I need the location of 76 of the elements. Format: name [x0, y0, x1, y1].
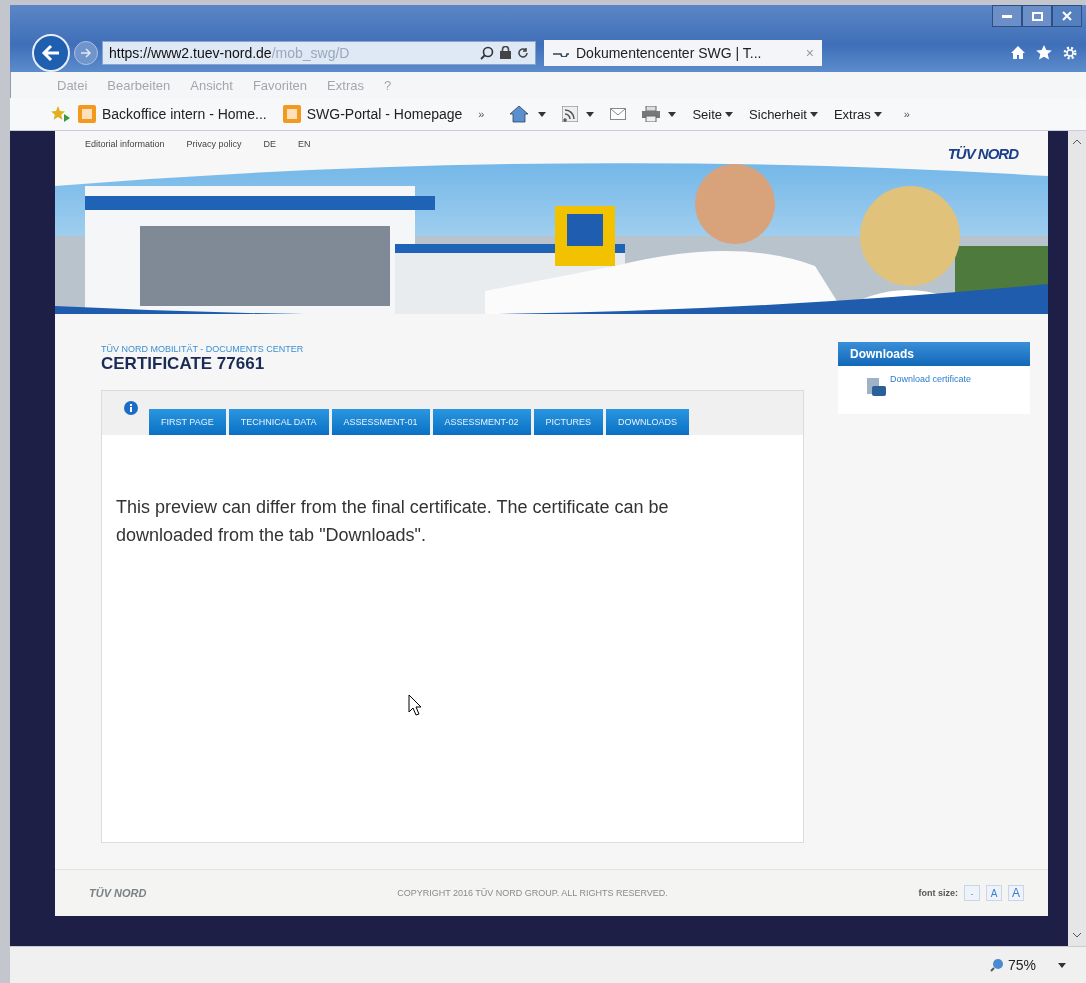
minimize-icon: [1002, 14, 1012, 18]
caret-icon: [809, 111, 818, 117]
command-menu[interactable]: Seite: [692, 106, 734, 122]
more-commands-button[interactable]: »: [903, 108, 910, 120]
back-button[interactable]: [32, 33, 70, 72]
zoom-control[interactable]: 75%: [989, 957, 1036, 973]
top-link[interactable]: Editorial information: [85, 138, 165, 149]
refresh-icon[interactable]: [517, 46, 529, 59]
page-title: CERTIFICATE 77661: [101, 354, 266, 374]
top-link[interactable]: Privacy policy: [186, 138, 242, 149]
page-tab[interactable]: PICTURES: [533, 409, 604, 435]
close-icon: [1062, 11, 1072, 21]
top-link[interactable]: EN: [298, 138, 311, 149]
document-icon: [866, 378, 886, 396]
notice-text: This preview can differ from the final certificate. The certificate can be downloaded from the tab "Downloads".: [116, 496, 670, 547]
zoom-icon: [989, 958, 1004, 972]
mail-icon[interactable]: [610, 108, 627, 120]
home-icon[interactable]: [508, 105, 531, 123]
menu-item[interactable]: Datei: [57, 77, 88, 93]
scrollbar[interactable]: [1068, 131, 1086, 946]
info-icon: [124, 401, 138, 415]
top-link[interactable]: DE: [263, 138, 277, 149]
browser-tab[interactable]: Dokumentencenter SWG | T... ×: [544, 39, 822, 66]
menu-item[interactable]: Extras: [327, 77, 364, 93]
footer-logo: TÜV NORD: [89, 887, 147, 899]
breadcrumb: TÜV NORD MOBILITÄT - DOCUMENTS CENTER: [101, 344, 305, 354]
scroll-up-icon[interactable]: [1072, 139, 1082, 145]
lock-icon: [500, 46, 511, 59]
caret-icon: [873, 111, 882, 117]
tab-close-button[interactable]: ×: [805, 44, 814, 61]
star-icon[interactable]: [1036, 44, 1052, 60]
command-menu[interactable]: Sicherheit: [749, 106, 818, 122]
font-size-button[interactable]: -: [964, 885, 980, 901]
caret-icon: [725, 111, 734, 117]
panel-title: Downloads: [838, 342, 1030, 366]
download-link[interactable]: Download certificate: [890, 374, 972, 384]
page-tab[interactable]: ASSESSMENT-02: [432, 409, 531, 435]
page-tab[interactable]: FIRST PAGE: [149, 409, 226, 435]
page-tab[interactable]: ASSESSMENT-01: [331, 409, 430, 435]
font-size-label: font size:: [918, 888, 958, 898]
home-icon[interactable]: [1010, 44, 1026, 60]
maximize-icon: [1031, 11, 1043, 21]
logo: TÜV NORD: [947, 145, 1018, 162]
caret-icon: [668, 111, 677, 117]
feed-icon[interactable]: [562, 106, 579, 122]
copyright-text: COPYRIGHT 2016 TÜV NORD GROUP. ALL RIGHTS RESERVED.: [397, 888, 668, 898]
favorites-star-icon[interactable]: [50, 106, 70, 122]
caret-icon: [586, 111, 595, 117]
page-tab[interactable]: DOWNLOADS: [606, 409, 690, 435]
address-field[interactable]: https://www2.tuev-nord.de/mob_swg/D: [102, 40, 536, 65]
search-icon[interactable]: [480, 45, 494, 60]
settings-icon[interactable]: [1062, 44, 1078, 61]
close-button[interactable]: [1052, 5, 1082, 27]
more-favorites-button[interactable]: »: [478, 108, 485, 120]
favorite-link[interactable]: SWG-Portal - Homepage: [282, 105, 463, 123]
maximize-button[interactable]: [1022, 5, 1052, 27]
minimize-button[interactable]: [992, 5, 1022, 27]
favorite-link[interactable]: Backoffice intern - Home...: [78, 105, 267, 123]
font-size-button[interactable]: A: [1008, 885, 1024, 901]
caret-icon: [1058, 962, 1066, 968]
font-size-button[interactable]: A: [986, 885, 1002, 901]
menu-item[interactable]: Bearbeiten: [107, 77, 171, 93]
menu-item[interactable]: Favoriten: [252, 77, 308, 93]
page-icon: [282, 105, 301, 123]
scroll-down-icon[interactable]: [1072, 932, 1082, 938]
caret-icon: [538, 111, 547, 117]
page-tab[interactable]: TECHNICAL DATA: [228, 409, 329, 435]
forward-button[interactable]: [74, 40, 98, 65]
printer-icon[interactable]: [642, 106, 661, 122]
menu-item[interactable]: ?: [383, 77, 392, 93]
forward-arrow-icon: [80, 47, 92, 58]
back-arrow-icon: [41, 43, 61, 62]
command-menu[interactable]: Extras: [833, 106, 882, 122]
menu-item[interactable]: Ansicht: [190, 77, 233, 93]
cursor-icon: [408, 694, 422, 716]
page-icon: [78, 105, 96, 123]
